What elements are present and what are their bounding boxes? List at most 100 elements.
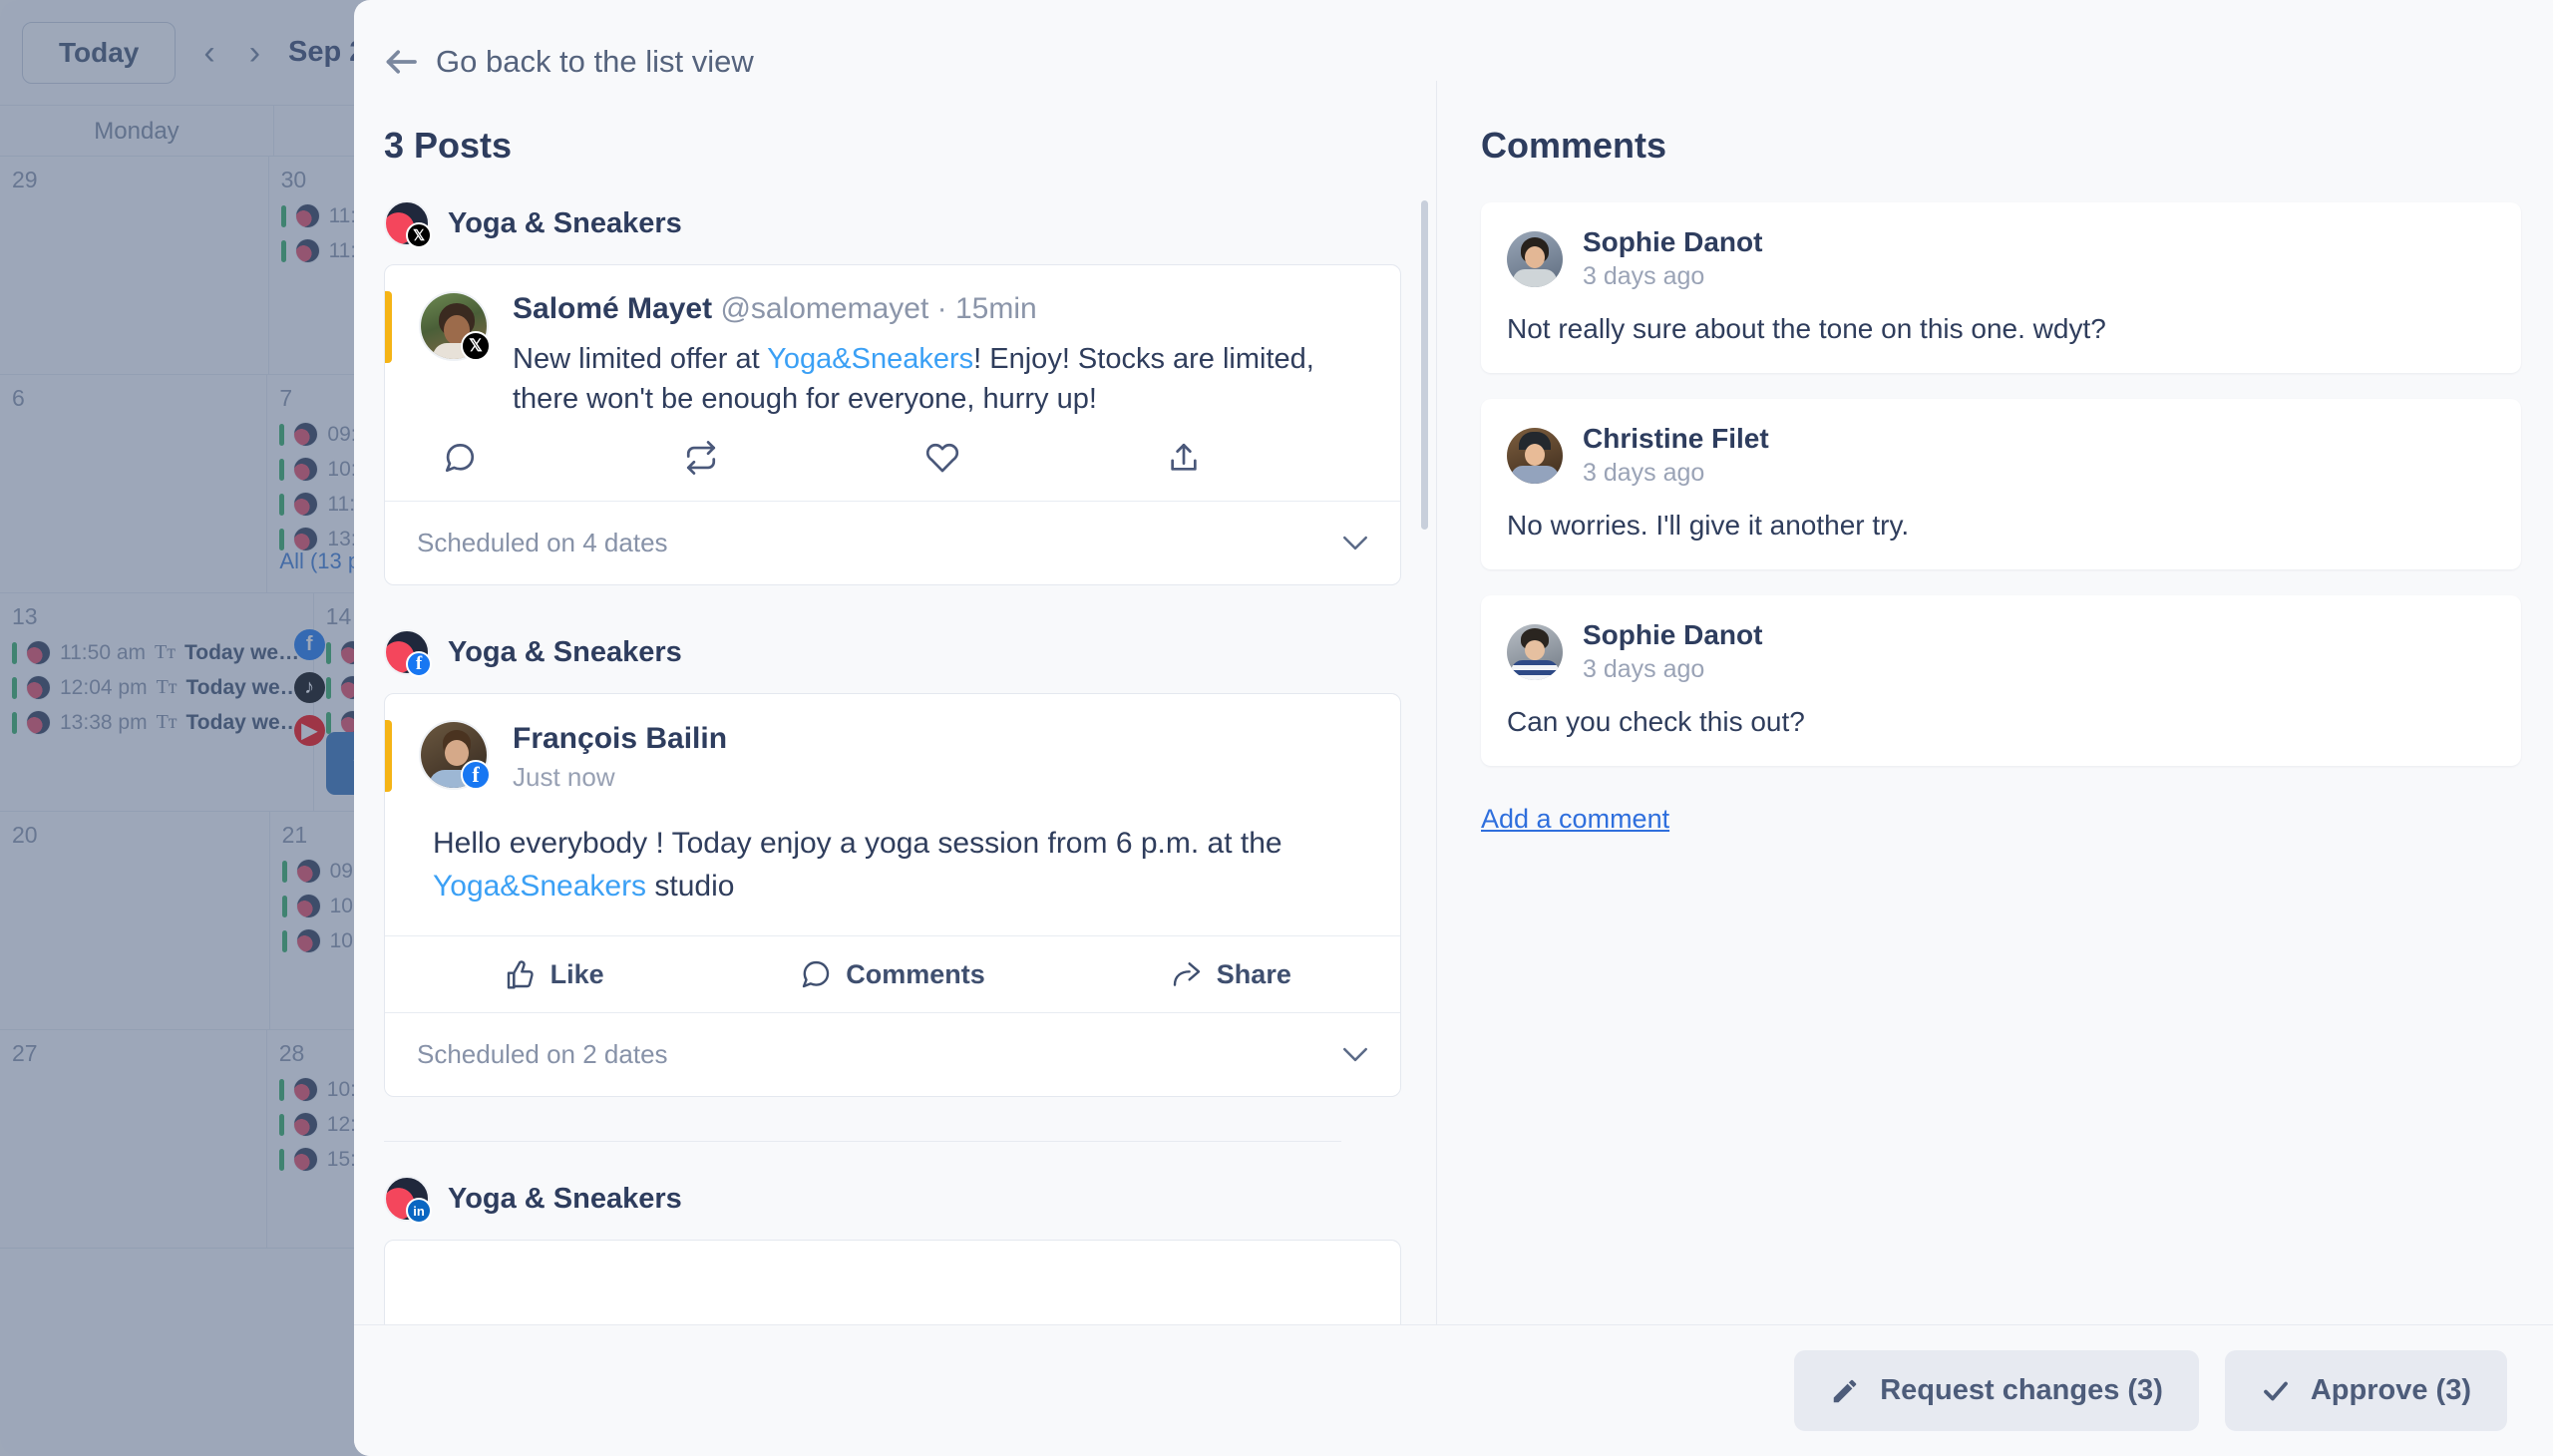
post-text: Hello everybody ! Today enjoy a yoga ses… xyxy=(419,823,1366,908)
posts-scrollbar[interactable] xyxy=(1421,200,1428,530)
share-action[interactable]: Share xyxy=(1062,936,1400,1012)
posts-column: 3 Posts 𝕏 Yoga & Sneakers 𝕏 Salomé Mayet… xyxy=(354,81,1436,1324)
comments-action[interactable]: Comments xyxy=(723,936,1061,1012)
avatar: 𝕏 xyxy=(419,291,491,361)
modal-header: Go back to the list view xyxy=(354,0,2553,81)
linkedin-icon: in xyxy=(406,1198,432,1225)
section-divider xyxy=(384,1141,1341,1143)
post-time: Just now xyxy=(513,762,615,793)
retweet-icon xyxy=(686,441,716,475)
chevron-down-icon[interactable] xyxy=(1342,536,1368,550)
schedule-label: Scheduled on 2 dates xyxy=(417,1039,668,1070)
pencil-icon xyxy=(1833,1379,1857,1402)
modal-footer: Request changes (3) Approve (3) xyxy=(354,1324,2553,1456)
post-approval-modal: Go back to the list view 3 Posts 𝕏 Yoga … xyxy=(354,0,2553,1456)
go-back-link[interactable]: Go back to the list view xyxy=(384,44,754,80)
facebook-icon: f xyxy=(461,760,491,791)
x-action-row xyxy=(385,419,1400,501)
heart-icon xyxy=(925,443,959,473)
modal-body: 3 Posts 𝕏 Yoga & Sneakers 𝕏 Salomé Mayet… xyxy=(354,81,2553,1324)
reply-action[interactable] xyxy=(395,441,636,475)
posts-heading: 3 Posts xyxy=(384,125,513,166)
comments-column: Comments Sophie Danot 3 days ago Not rea… xyxy=(1436,81,2553,1324)
mention-link[interactable]: Yoga&Sneakers xyxy=(433,870,646,903)
like-action[interactable]: Like xyxy=(385,936,723,1012)
comment-time: 3 days ago xyxy=(1583,459,1705,487)
comment-text: Can you check this out? xyxy=(1507,706,1805,737)
like-action[interactable] xyxy=(878,441,1119,475)
post-card-linkedin[interactable] xyxy=(384,1240,1401,1324)
request-changes-button[interactable]: Request changes (3) xyxy=(1794,1350,2199,1431)
mention-link[interactable]: Yoga&Sneakers xyxy=(767,343,973,375)
comments-heading: Comments xyxy=(1481,125,1667,166)
post-text-before: Hello everybody ! Today enjoy a yoga ses… xyxy=(433,827,1282,861)
comments-label: Comments xyxy=(846,958,985,989)
thumbs-up-icon xyxy=(507,960,534,989)
author-handle: @salomemayet xyxy=(720,292,929,325)
share-label: Share xyxy=(1216,958,1291,989)
share-arrow-icon xyxy=(1173,962,1200,987)
approve-label: Approve (3) xyxy=(2310,1374,2471,1406)
check-icon xyxy=(2263,1381,2288,1400)
author-line: Salomé Mayet @salomemayet · 15min xyxy=(513,291,1366,327)
comment-bubble-icon xyxy=(803,961,830,988)
request-changes-label: Request changes (3) xyxy=(1880,1374,2163,1406)
arrow-left-icon xyxy=(386,50,417,74)
author-row: f François Bailin Just now xyxy=(419,720,1366,793)
post-content: 𝕏 Salomé Mayet @salomemayet · 15min New … xyxy=(385,265,1400,419)
post-card-x[interactable]: 𝕏 Salomé Mayet @salomemayet · 15min New … xyxy=(384,264,1401,586)
comment-author: Christine Filet xyxy=(1583,423,1769,454)
schedule-label: Scheduled on 4 dates xyxy=(417,528,668,558)
avatar xyxy=(1507,623,1563,680)
facebook-icon: f xyxy=(406,651,432,678)
comment-text: No worries. I'll give it another try. xyxy=(1507,510,1910,541)
avatar xyxy=(1507,427,1563,484)
comment-time: 3 days ago xyxy=(1583,262,1705,290)
comment-item: Sophie Danot 3 days ago Not really sure … xyxy=(1481,202,2521,373)
comment-item: Sophie Danot 3 days ago Can you check th… xyxy=(1481,595,2521,766)
avatar xyxy=(1507,230,1563,287)
x-icon: 𝕏 xyxy=(406,222,432,248)
author-name: François Bailin xyxy=(513,722,728,756)
comment-time: 3 days ago xyxy=(1583,655,1705,683)
comment-header: Sophie Danot 3 days ago xyxy=(1507,619,2495,684)
author-row: 𝕏 Salomé Mayet @salomemayet · 15min New … xyxy=(419,291,1366,419)
comment-header: Sophie Danot 3 days ago xyxy=(1507,226,2495,291)
status-accent-bar xyxy=(385,291,392,363)
post-text-after: studio xyxy=(646,869,735,903)
post-text-before: New limited offer at xyxy=(513,343,768,375)
like-label: Like xyxy=(549,958,604,989)
brand-avatar: f xyxy=(384,629,432,678)
comment-author: Sophie Danot xyxy=(1583,226,1763,257)
separator: · xyxy=(936,292,947,325)
account-name: Yoga & Sneakers xyxy=(448,206,682,239)
post-text: New limited offer at Yoga&Sneakers! Enjo… xyxy=(513,339,1366,419)
comment-header: Christine Filet 3 days ago xyxy=(1507,423,2495,488)
x-icon: 𝕏 xyxy=(461,331,491,361)
avatar: f xyxy=(419,720,491,791)
comment-text: Not really sure about the tone on this o… xyxy=(1507,313,2106,344)
reply-icon xyxy=(445,444,475,473)
brand-avatar: in xyxy=(384,1176,432,1225)
author-name: Salomé Mayet xyxy=(513,292,713,325)
schedule-row[interactable]: Scheduled on 4 dates xyxy=(385,501,1400,584)
account-name: Yoga & Sneakers xyxy=(448,635,682,668)
status-accent-bar xyxy=(385,720,392,793)
approve-button[interactable]: Approve (3) xyxy=(2224,1350,2507,1431)
post-card-facebook[interactable]: f François Bailin Just now Hello everybo… xyxy=(384,693,1401,1098)
add-comment-link[interactable]: Add a comment xyxy=(1481,804,1669,835)
chevron-down-icon[interactable] xyxy=(1342,1047,1368,1062)
comment-item: Christine Filet 3 days ago No worries. I… xyxy=(1481,399,2521,569)
post-content: f François Bailin Just now Hello everybo… xyxy=(385,694,1400,908)
schedule-row[interactable]: Scheduled on 2 dates xyxy=(385,1012,1400,1096)
share-action[interactable] xyxy=(1119,441,1360,475)
post-network-header: 𝕏 Yoga & Sneakers xyxy=(384,200,1436,248)
retweet-action[interactable] xyxy=(636,441,878,475)
facebook-action-row: Like Comments Share xyxy=(385,935,1400,1012)
post-time: 15min xyxy=(954,292,1037,325)
post-network-header: f Yoga & Sneakers xyxy=(384,629,1436,678)
account-name: Yoga & Sneakers xyxy=(448,1182,682,1215)
share-icon xyxy=(1171,443,1197,471)
comment-author: Sophie Danot xyxy=(1583,619,1763,650)
brand-avatar: 𝕏 xyxy=(384,200,432,248)
